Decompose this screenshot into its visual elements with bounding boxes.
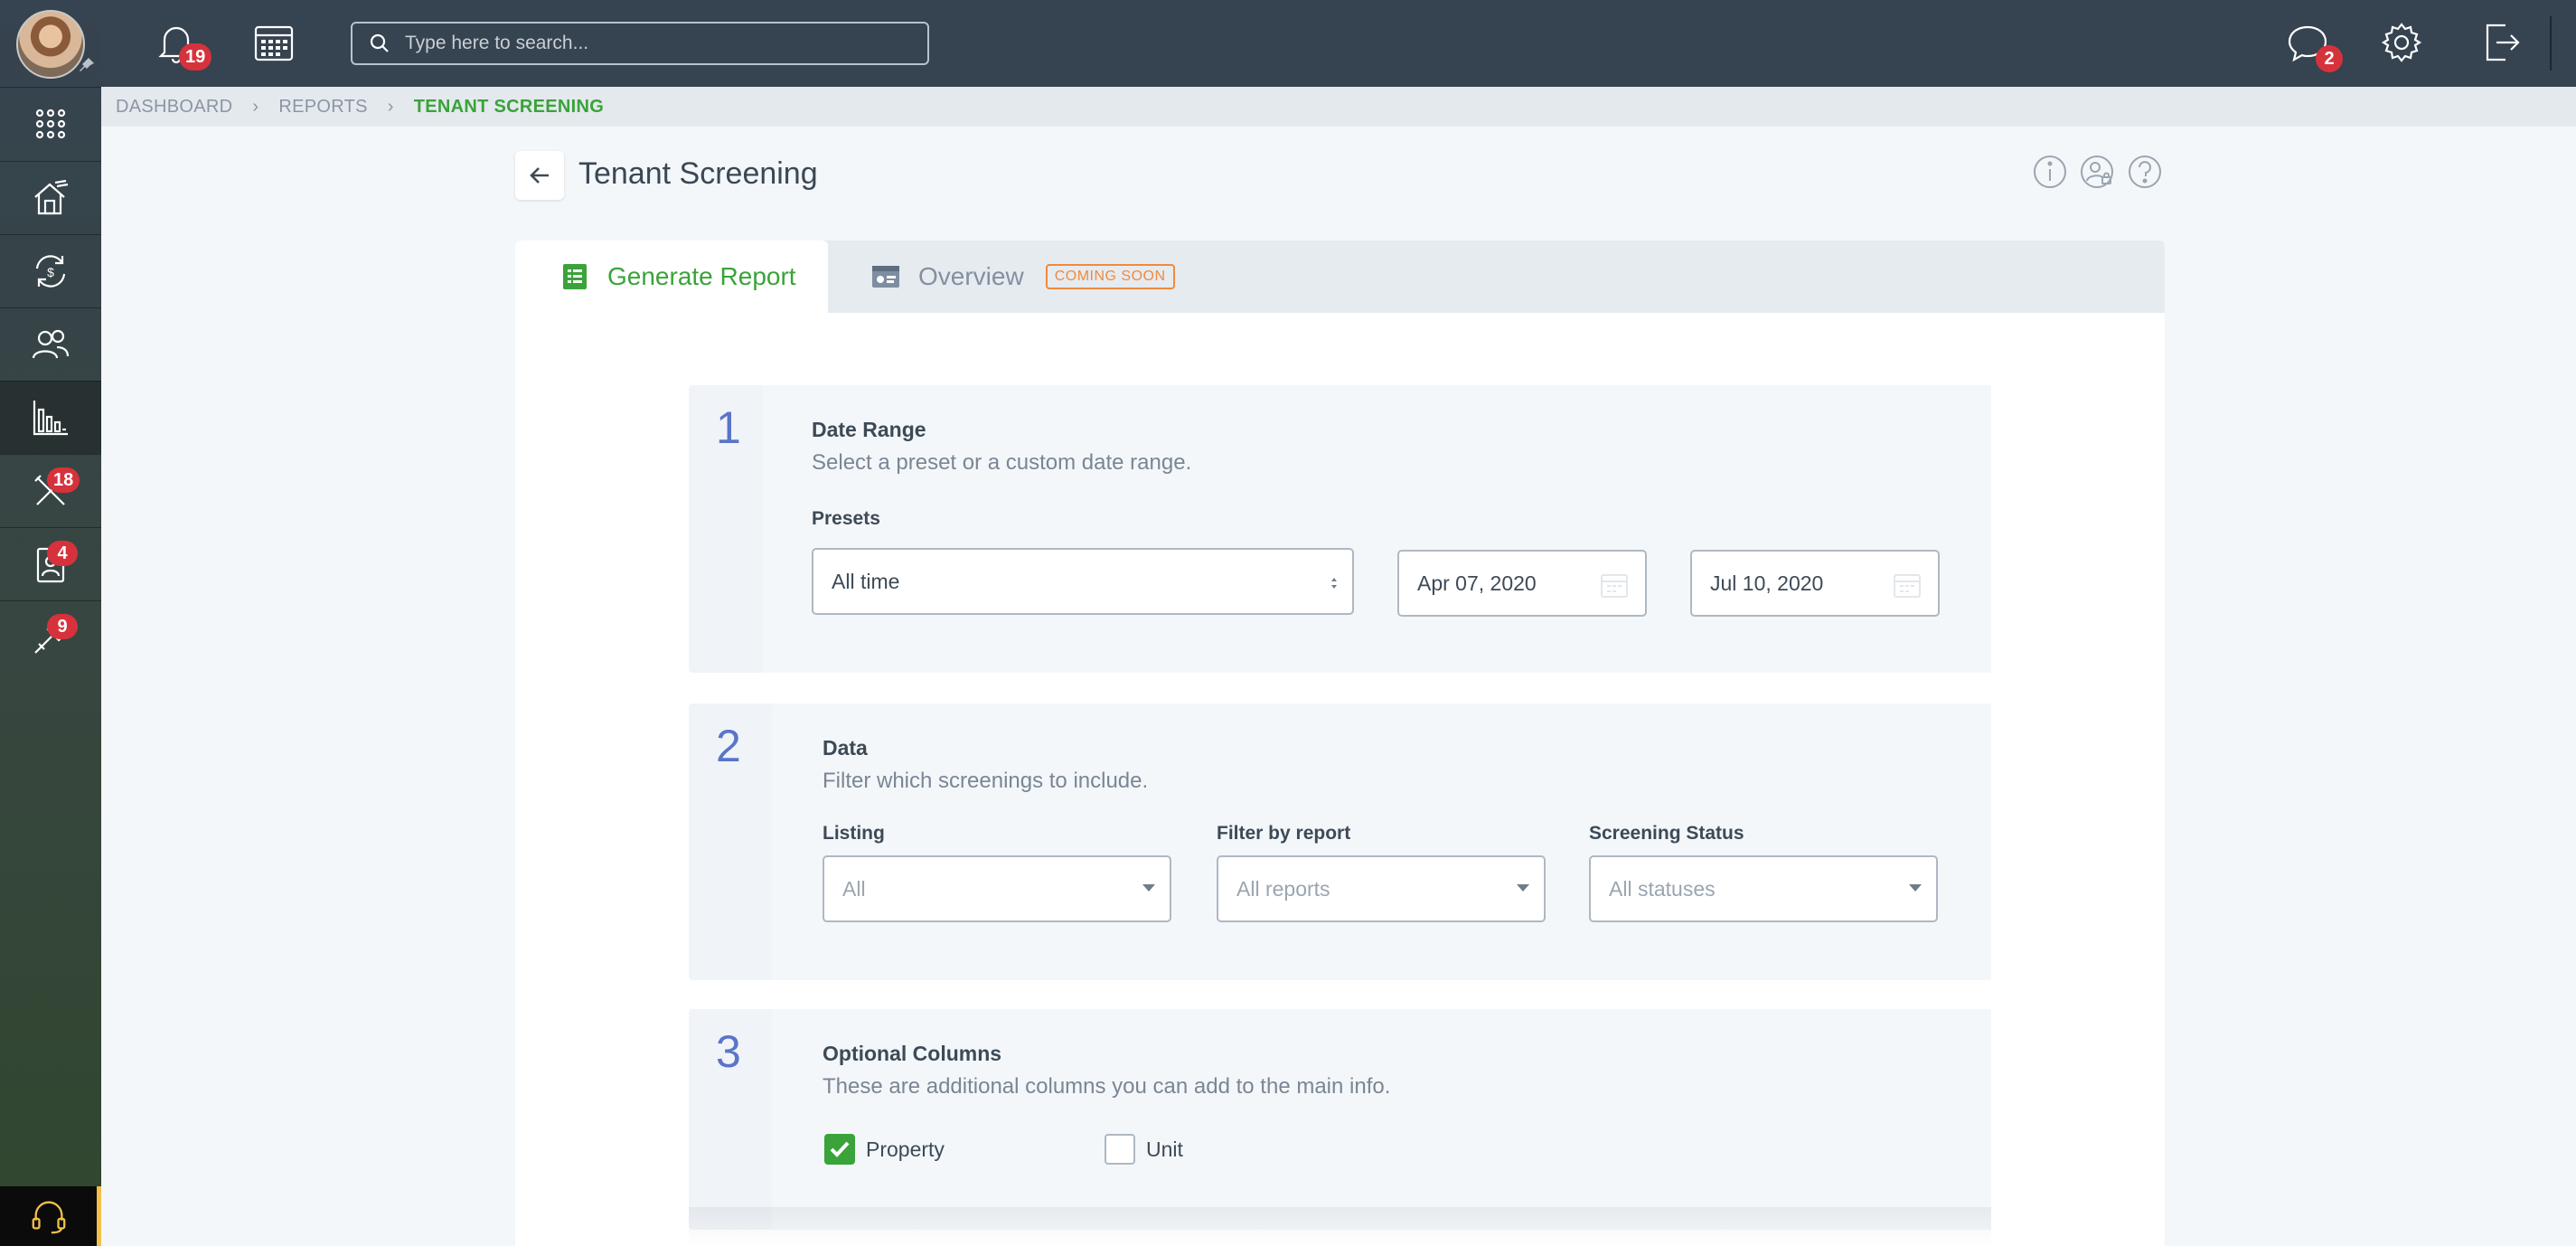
tab-generate-report[interactable]: Generate Report <box>515 241 828 313</box>
info-icon[interactable] <box>2032 154 2068 190</box>
start-date-value: Apr 07, 2020 <box>1417 571 1537 595</box>
top-bar: 19 2 <box>101 0 2576 87</box>
search-input[interactable] <box>405 33 911 54</box>
filter-by-report-select[interactable]: All reports <box>1217 855 1546 922</box>
property-checkbox-label[interactable]: Property <box>866 1137 945 1162</box>
overview-card-icon <box>872 266 899 288</box>
step-title: Data <box>823 736 868 760</box>
listing-select[interactable]: All <box>823 855 1171 922</box>
breadcrumb-reports[interactable]: REPORTS <box>278 97 367 118</box>
sidebar-item-accounting[interactable]: $ <box>0 234 101 307</box>
search-bar[interactable] <box>351 22 929 65</box>
chevron-down-icon <box>1909 884 1922 892</box>
logout-icon[interactable] <box>2478 20 2524 65</box>
accounting-icon: $ <box>35 255 66 288</box>
unit-checkbox[interactable] <box>1105 1134 1135 1165</box>
listing-label: Listing <box>823 823 885 844</box>
property-checkbox[interactable] <box>824 1134 855 1165</box>
tab-bar: Generate Report Overview COMING SOON <box>515 241 2165 313</box>
step-title: Date Range <box>812 418 926 441</box>
sidebar-item-reports[interactable] <box>0 381 101 454</box>
help-icon[interactable] <box>2127 154 2163 190</box>
calendar-icon <box>1601 574 1628 598</box>
breadcrumb-separator: › <box>387 96 394 117</box>
end-date-field[interactable]: Jul 10, 2020 <box>1690 550 1940 617</box>
notifications-badge: 19 <box>179 43 212 71</box>
step-number: 2 <box>716 721 741 771</box>
tab-overview-label: Overview <box>918 262 1024 290</box>
properties-icon <box>34 179 69 215</box>
sidebar-item-leasing[interactable]: 4 <box>0 527 101 600</box>
start-date-field[interactable]: Apr 07, 2020 <box>1397 550 1647 617</box>
tools-badge: 9 <box>47 614 78 639</box>
unit-checkbox-label[interactable]: Unit <box>1146 1137 1183 1162</box>
svg-text:$: $ <box>47 265 54 279</box>
select-arrows-icon <box>1331 578 1337 589</box>
presets-select[interactable]: All time <box>812 548 1354 615</box>
topbar-divider <box>2550 16 2552 71</box>
people-icon <box>32 329 70 359</box>
report-icon <box>563 264 587 289</box>
messages-badge: 2 <box>2316 45 2343 72</box>
step-subtitle: Filter which screenings to include. <box>823 769 1149 793</box>
step-optional-columns: 3 Optional Columns These are additional … <box>689 1009 1991 1230</box>
user-lock-icon[interactable] <box>2079 154 2115 190</box>
page-title: Tenant Screening <box>578 156 818 191</box>
breadcrumb: DASHBOARD › REPORTS › TENANT SCREENING <box>101 87 2576 127</box>
step-date-range: 1 Date Range Select a preset or a custom… <box>689 385 1991 673</box>
screening-status-value: All statuses <box>1609 876 1716 901</box>
sidebar-item-maintenance[interactable]: 18 <box>0 454 101 527</box>
step-number: 1 <box>716 402 741 453</box>
step-title: Optional Columns <box>823 1042 1002 1065</box>
maintenance-badge: 18 <box>47 467 80 493</box>
sidebar: $ 18 4 9 <box>0 0 101 1246</box>
avatar[interactable] <box>16 10 85 79</box>
step-data: 2 Data Filter which screenings to includ… <box>689 703 1991 980</box>
tab-overview[interactable]: Overview COMING SOON <box>871 241 1175 313</box>
tab-generate-report-label: Generate Report <box>607 262 796 290</box>
step-subtitle: These are additional columns you can add… <box>823 1074 1391 1099</box>
breadcrumb-current: TENANT SCREENING <box>413 96 605 117</box>
gear-icon[interactable] <box>2379 20 2424 65</box>
listing-value: All <box>842 876 866 901</box>
reports-icon <box>33 401 68 436</box>
apps-grid-icon <box>35 109 66 139</box>
step-subtitle: Select a preset or a custom date range. <box>812 450 1192 475</box>
support-button[interactable] <box>0 1186 101 1246</box>
checkmark-icon <box>830 1141 850 1157</box>
calendar-icon <box>1894 574 1921 598</box>
sidebar-item-apps[interactable] <box>0 87 101 160</box>
step-number: 3 <box>716 1026 741 1077</box>
sidebar-item-people[interactable] <box>0 307 101 381</box>
pin-icon[interactable] <box>78 56 96 74</box>
presets-label: Presets <box>812 508 880 529</box>
presets-value: All time <box>832 569 900 593</box>
filter-by-report-value: All reports <box>1236 876 1330 901</box>
breadcrumb-separator: › <box>252 96 259 117</box>
headset-icon <box>32 1201 65 1234</box>
breadcrumb-dashboard[interactable]: DASHBOARD <box>116 97 232 118</box>
arrow-left-icon <box>530 167 549 184</box>
calendar-icon[interactable] <box>251 20 296 65</box>
scroll-shadow <box>689 1207 1991 1246</box>
chevron-down-icon <box>1517 884 1529 892</box>
screening-status-select[interactable]: All statuses <box>1589 855 1938 922</box>
sidebar-item-properties[interactable] <box>0 161 101 234</box>
leasing-badge: 4 <box>47 541 78 566</box>
end-date-value: Jul 10, 2020 <box>1710 571 1824 595</box>
sidebar-item-tools[interactable]: 9 <box>0 600 101 674</box>
chevron-down-icon <box>1142 884 1155 892</box>
back-button[interactable] <box>515 151 564 200</box>
coming-soon-badge: COMING SOON <box>1045 264 1175 289</box>
screening-status-label: Screening Status <box>1589 823 1744 844</box>
search-icon <box>370 33 389 52</box>
filter-by-report-label: Filter by report <box>1217 823 1351 844</box>
